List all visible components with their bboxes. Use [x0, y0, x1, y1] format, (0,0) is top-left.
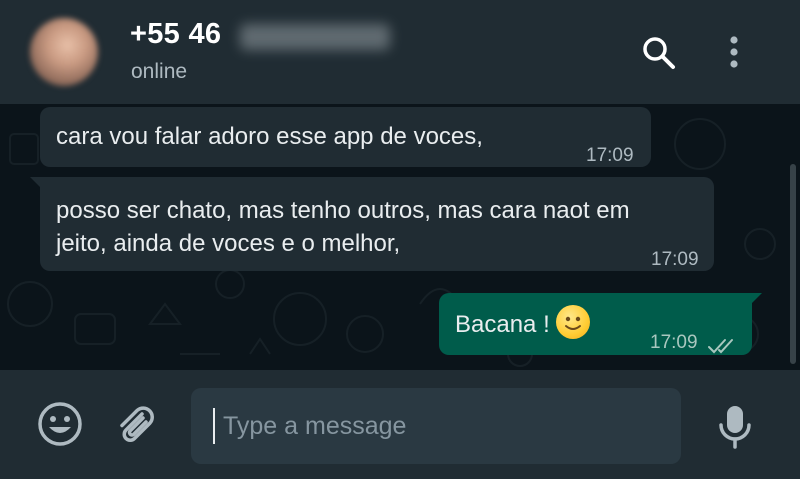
paperclip-icon[interactable]	[112, 402, 160, 450]
outgoing-message[interactable]: Bacana ! 17:09	[439, 293, 752, 355]
message-time: 17:09	[650, 332, 698, 353]
incoming-message[interactable]: cara vou falar adoro esse app de voces, …	[40, 107, 651, 167]
message-input[interactable]	[213, 408, 663, 444]
incoming-message[interactable]: posso ser chato, mas tenho outros, mas c…	[40, 177, 714, 271]
message-text-line: jeito, ainda de voces e o melhor,	[56, 230, 401, 257]
message-list[interactable]: cara vou falar adoro esse app de voces, …	[0, 104, 800, 370]
message-text: cara vou falar adoro esse app de voces,	[56, 123, 483, 150]
kebab-menu-icon[interactable]	[720, 33, 748, 71]
message-time: 17:09	[586, 145, 634, 166]
microphone-icon[interactable]	[716, 403, 754, 451]
smiley-emoji-icon	[555, 305, 590, 339]
message-input-container[interactable]	[191, 388, 681, 464]
search-icon[interactable]	[640, 34, 678, 72]
contact-name[interactable]: +55 46	[130, 18, 221, 51]
scrollbar[interactable]	[790, 164, 796, 364]
chat-header: +55 46 online	[0, 0, 800, 104]
message-text: Bacana !	[455, 311, 550, 338]
message-time: 17:09	[651, 249, 699, 270]
emoji-icon[interactable]	[36, 400, 84, 448]
message-text-line: posso ser chato, mas tenho outros, mas c…	[56, 197, 630, 224]
double-check-icon	[707, 330, 737, 363]
blurred-phone-digits	[240, 24, 390, 50]
contact-avatar[interactable]	[30, 18, 98, 86]
contact-status: online	[131, 60, 188, 83]
message-text-row: Bacana !	[455, 305, 590, 341]
